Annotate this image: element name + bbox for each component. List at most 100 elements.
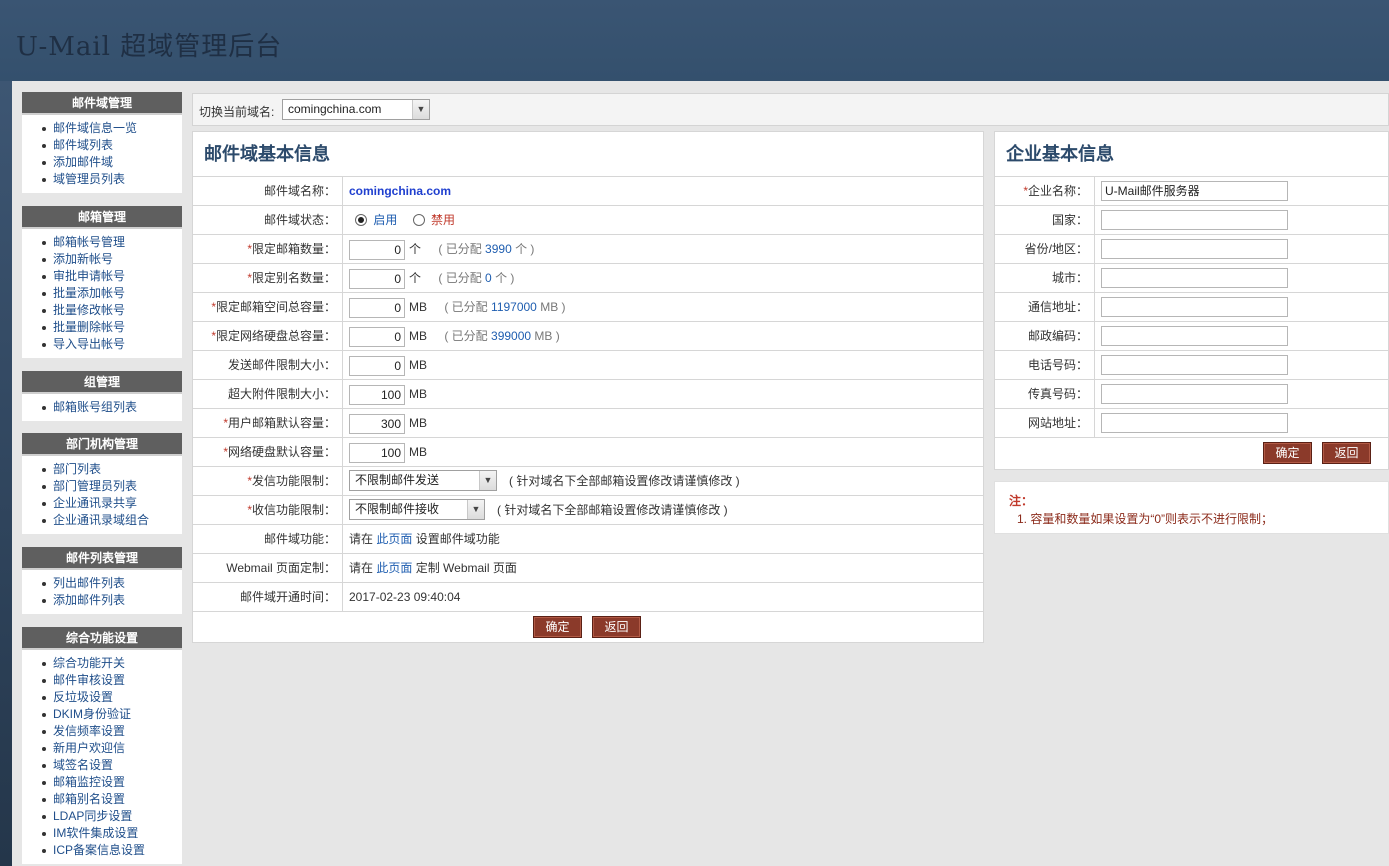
fax-input[interactable]: [1101, 384, 1288, 404]
mailbox-space-input[interactable]: 0: [349, 297, 405, 318]
nav-link[interactable]: 添加邮件域: [53, 155, 113, 169]
field-label: 邮件域状态：: [193, 206, 343, 234]
nav-link[interactable]: 导入导出帐号: [53, 337, 125, 351]
nav-link[interactable]: 企业通讯录域组合: [53, 513, 149, 527]
nav-link[interactable]: 邮箱别名设置: [53, 792, 125, 806]
city-input[interactable]: [1101, 268, 1288, 288]
nav-link[interactable]: 域签名设置: [53, 758, 113, 772]
attach-limit-input[interactable]: 100: [349, 384, 405, 405]
nav-item[interactable]: 添加新帐号: [40, 251, 182, 268]
status-disabled-radio[interactable]: [412, 214, 425, 226]
nav-link[interactable]: 批量修改帐号: [53, 303, 125, 317]
nav-item[interactable]: 批量添加帐号: [40, 285, 182, 302]
domain-info-panel: 邮件域基本信息 邮件域名称： comingchina.com 邮件域状态： 启用…: [192, 131, 984, 643]
nav-item[interactable]: 域管理员列表: [40, 171, 182, 188]
row-mailbox-count: *限定邮箱数量： 0个 ( 已分配 3990 个 ): [193, 235, 983, 264]
nav-item[interactable]: 新用户欢迎信: [40, 740, 182, 757]
nav-link[interactable]: 添加邮件列表: [53, 593, 125, 607]
left-edge: [0, 81, 12, 866]
nav-link[interactable]: 邮件域信息一览: [53, 121, 137, 135]
domain-ok-button[interactable]: 确定: [533, 616, 582, 638]
domain-back-button[interactable]: 返回: [592, 616, 641, 638]
nav-item[interactable]: 批量删除帐号: [40, 319, 182, 336]
nav-link[interactable]: 综合功能开关: [53, 656, 125, 670]
company-name-input[interactable]: U-Mail邮件服务器: [1101, 181, 1288, 201]
domain-select[interactable]: comingchina.com ▼: [282, 99, 430, 120]
nav-item[interactable]: 部门列表: [40, 461, 182, 478]
postcode-input[interactable]: [1101, 326, 1288, 346]
send-function-select[interactable]: 不限制邮件发送 ▼: [349, 470, 497, 491]
nav-item[interactable]: 列出邮件列表: [40, 575, 182, 592]
disk-space-allocated: 399000: [491, 329, 532, 343]
nav-item[interactable]: 导入导出帐号: [40, 336, 182, 353]
alias-count-input[interactable]: 0: [349, 268, 405, 289]
row-company-name: *企业名称： U-Mail邮件服务器: [995, 177, 1388, 206]
nav-link[interactable]: 邮箱监控设置: [53, 775, 125, 789]
nav-item[interactable]: 邮箱帐号管理: [40, 234, 182, 251]
nav-item[interactable]: 批量修改帐号: [40, 302, 182, 319]
nav-link[interactable]: 部门管理员列表: [53, 479, 137, 493]
nav-item[interactable]: 邮件审核设置: [40, 672, 182, 689]
nav-link[interactable]: 企业通讯录共享: [53, 496, 137, 510]
company-back-button[interactable]: 返回: [1322, 442, 1371, 464]
nav-link[interactable]: ICP备案信息设置: [53, 843, 145, 857]
nav-item[interactable]: 邮件域列表: [40, 137, 182, 154]
nav-link[interactable]: 列出邮件列表: [53, 576, 125, 590]
nav-item[interactable]: 邮件域信息一览: [40, 120, 182, 137]
nav-link[interactable]: 新用户欢迎信: [53, 741, 125, 755]
nav-link[interactable]: DKIM身份验证: [53, 707, 131, 721]
nav-item[interactable]: 审批申请帐号: [40, 268, 182, 285]
mailbox-count-input[interactable]: 0: [349, 239, 405, 260]
disk-space-input[interactable]: 0: [349, 326, 405, 347]
domain-function-link[interactable]: 此页面: [376, 532, 412, 546]
nav-item[interactable]: 邮箱监控设置: [40, 774, 182, 791]
nav-link[interactable]: 邮箱账号组列表: [53, 400, 137, 414]
nav-link[interactable]: IM软件集成设置: [53, 826, 138, 840]
nav-link[interactable]: 邮箱帐号管理: [53, 235, 125, 249]
nav-item[interactable]: 部门管理员列表: [40, 478, 182, 495]
nav-link[interactable]: 发信频率设置: [53, 724, 125, 738]
nav-item[interactable]: 发信频率设置: [40, 723, 182, 740]
row-province: 省份/地区：: [995, 235, 1388, 264]
nav-item[interactable]: 企业通讯录域组合: [40, 512, 182, 529]
nav-group-title: 部门机构管理: [22, 433, 182, 456]
nav-item[interactable]: 添加邮件域: [40, 154, 182, 171]
nav-item[interactable]: 添加邮件列表: [40, 592, 182, 609]
nav-link[interactable]: 反垃圾设置: [53, 690, 113, 704]
company-ok-button[interactable]: 确定: [1263, 442, 1312, 464]
webmail-custom-link[interactable]: 此页面: [376, 561, 412, 575]
nav-link[interactable]: 批量添加帐号: [53, 286, 125, 300]
nav-link[interactable]: 审批申请帐号: [53, 269, 125, 283]
alloc-prefix: ( 已分配: [444, 300, 488, 314]
nav-item[interactable]: DKIM身份验证: [40, 706, 182, 723]
nav-item[interactable]: 反垃圾设置: [40, 689, 182, 706]
disk-quota-input[interactable]: 100: [349, 442, 405, 463]
address-input[interactable]: [1101, 297, 1288, 317]
nav-item[interactable]: IM软件集成设置: [40, 825, 182, 842]
nav-item[interactable]: 域签名设置: [40, 757, 182, 774]
status-enabled-radio[interactable]: [355, 214, 367, 226]
province-input[interactable]: [1101, 239, 1288, 259]
nav-item[interactable]: 邮箱账号组列表: [40, 399, 182, 416]
website-input[interactable]: [1101, 413, 1288, 433]
nav-link[interactable]: 域管理员列表: [53, 172, 125, 186]
receive-function-select[interactable]: 不限制邮件接收 ▼: [349, 499, 485, 520]
nav-item[interactable]: ICP备案信息设置: [40, 842, 182, 859]
nav-item[interactable]: 邮箱别名设置: [40, 791, 182, 808]
phone-input[interactable]: [1101, 355, 1288, 375]
nav-item[interactable]: 综合功能开关: [40, 655, 182, 672]
nav-link[interactable]: 邮件审核设置: [53, 673, 125, 687]
nav-link[interactable]: 批量删除帐号: [53, 320, 125, 334]
send-limit-input[interactable]: 0: [349, 355, 405, 376]
row-address: 通信地址：: [995, 293, 1388, 322]
open-time-value: 2017-02-23 09:40:04: [349, 590, 461, 604]
nav-link[interactable]: LDAP同步设置: [53, 809, 132, 823]
nav-item[interactable]: 企业通讯录共享: [40, 495, 182, 512]
nav-item[interactable]: LDAP同步设置: [40, 808, 182, 825]
unit-label: MB: [409, 387, 427, 401]
nav-link[interactable]: 部门列表: [53, 462, 101, 476]
user-quota-input[interactable]: 300: [349, 413, 405, 434]
nav-link[interactable]: 添加新帐号: [53, 252, 113, 266]
country-input[interactable]: [1101, 210, 1288, 230]
nav-link[interactable]: 邮件域列表: [53, 138, 113, 152]
